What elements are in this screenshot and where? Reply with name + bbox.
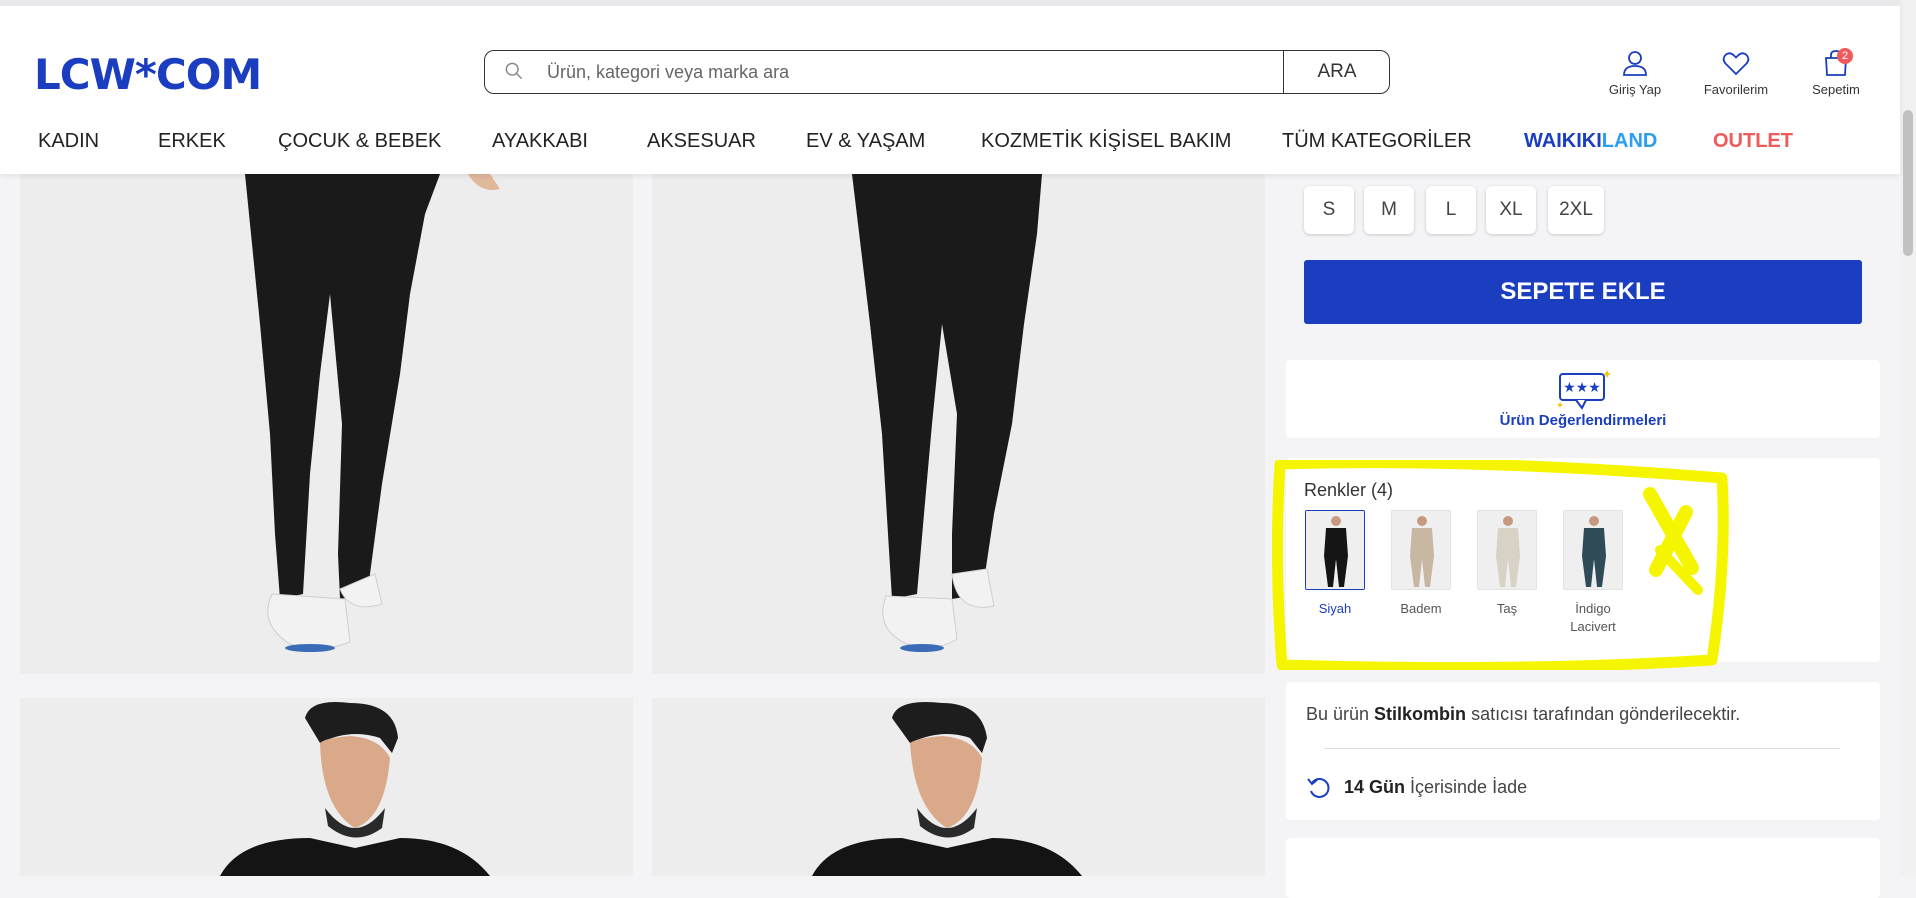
size-button-m[interactable]: M: [1364, 186, 1414, 234]
return-policy: 14 Gün İçerisinde İade: [1306, 774, 1527, 800]
color-option-indigo-lacivert[interactable]: İndigo Lacivert: [1562, 510, 1624, 636]
add-to-cart-button[interactable]: SEPETE EKLE: [1304, 260, 1862, 324]
site-logo[interactable]: LCW*COM: [34, 50, 262, 99]
siyah-thumbnail: [1306, 511, 1364, 589]
color-label-line2: Lacivert: [1570, 619, 1616, 634]
nav-item-ev-yasam[interactable]: EV & YAŞAM: [806, 130, 925, 153]
seller-text: Bu ürün Stilkombin satıcısı tarafından g…: [1306, 704, 1740, 725]
cart-button[interactable]: 2 Sepetim: [1796, 48, 1876, 97]
return-policy-text: 14 Gün İçerisinde İade: [1344, 777, 1527, 798]
tas-thumbnail: [1478, 511, 1536, 589]
color-thumb-siyah: [1305, 510, 1365, 590]
favorites-button[interactable]: Favorilerim: [1696, 48, 1776, 97]
nav-item-erkek[interactable]: ERKEK: [158, 130, 226, 153]
color-option-badem[interactable]: Badem: [1390, 510, 1452, 618]
product-image-4[interactable]: [652, 698, 1265, 876]
cart-icon-wrap: 2: [1821, 48, 1853, 78]
reviews-label: Ürün Değerlendirmeleri: [1499, 412, 1667, 429]
login-button[interactable]: Giriş Yap: [1595, 48, 1675, 97]
seller-divider: [1324, 748, 1840, 749]
color-selector: Renkler (4) Siyah Badem Taş İndigo Laciv…: [1286, 458, 1880, 662]
seller-prefix: Bu ürün: [1306, 704, 1375, 724]
nav-item-kadin[interactable]: KADIN: [38, 130, 99, 153]
color-label-badem: Badem: [1400, 601, 1442, 616]
return-days: 14 Gün: [1344, 776, 1406, 797]
user-icon: [1623, 51, 1647, 76]
main-nav: KADIN ERKEK ÇOCUK & BEBEK AYAKKABI AKSES…: [0, 130, 1900, 160]
color-label-line1: İndigo: [1575, 601, 1611, 616]
search-button[interactable]: ARA: [1284, 51, 1390, 93]
seller-name[interactable]: Stilkombin: [1374, 704, 1466, 724]
nav-item-ayakkabi[interactable]: AYAKKABI: [492, 130, 588, 153]
color-option-siyah[interactable]: Siyah: [1304, 510, 1366, 618]
color-thumb-tas: [1477, 510, 1537, 590]
svg-text:★★★: ★★★: [1563, 380, 1601, 396]
size-button-2xl[interactable]: 2XL: [1548, 186, 1604, 234]
product-image-3[interactable]: [20, 698, 633, 876]
review-chat-icon: ★★★: [1557, 370, 1611, 410]
seller-info-card: Bu ürün Stilkombin satıcısı tarafından g…: [1286, 682, 1880, 820]
product-image-2[interactable]: [652, 174, 1265, 674]
nav-item-tum-kategoriler[interactable]: TÜM KATEGORİLER: [1282, 130, 1472, 153]
color-label-tas: Taş: [1496, 601, 1518, 616]
favorites-label: Favorilerim: [1703, 82, 1769, 97]
page-scrollbar[interactable]: [1900, 0, 1916, 876]
cart-count-badge: 2: [1837, 48, 1853, 64]
search-input[interactable]: [547, 59, 1247, 85]
nav-item-outlet[interactable]: OUTLET: [1713, 130, 1793, 153]
nav-item-aksesuar[interactable]: AKSESUAR: [647, 130, 756, 153]
color-label-siyah: Siyah: [1318, 601, 1352, 616]
indigo-lacivert-thumbnail: [1564, 511, 1622, 589]
color-thumb-badem: [1391, 510, 1451, 590]
product-reviews-link[interactable]: ★★★ Ürün Değerlendirmeleri: [1286, 360, 1880, 438]
pants-front-image: [20, 174, 633, 674]
color-label-indigo-lacivert: İndigo Lacivert: [1562, 600, 1624, 636]
size-button-s[interactable]: S: [1304, 186, 1354, 234]
color-option-tas[interactable]: Taş: [1476, 510, 1538, 618]
scrollbar-thumb[interactable]: [1903, 110, 1913, 256]
login-label: Giriş Yap: [1608, 82, 1662, 97]
land-text: LAND: [1601, 130, 1658, 152]
return-rest: İçerisinde İade: [1410, 776, 1528, 797]
badem-thumbnail: [1392, 511, 1450, 589]
partial-info-card: [1286, 838, 1880, 898]
nav-item-kozmetik[interactable]: KOZMETİK KİŞİSEL BAKIM: [981, 130, 1231, 153]
pants-side-image: [652, 174, 1265, 674]
cart-label: Sepetim: [1812, 82, 1860, 97]
model-portrait-image: [20, 698, 633, 876]
heart-icon: [1722, 52, 1750, 76]
site-header: LCW*COM ARA Giriş Yap Favorilerim 2 Se: [0, 0, 1900, 174]
waikiki-text: WAIKIKI: [1524, 130, 1602, 152]
product-image-1[interactable]: [20, 174, 633, 674]
search-icon: [505, 62, 523, 80]
return-arrow-icon: [1307, 778, 1330, 798]
nav-item-waikikiland[interactable]: WAIKIKILAND: [1524, 130, 1657, 153]
color-thumb-indigo-lacivert: [1563, 510, 1623, 590]
size-button-l[interactable]: L: [1426, 186, 1476, 234]
seller-suffix: satıcısı tarafından gönderilecektir.: [1466, 704, 1741, 724]
nav-item-cocuk-bebek[interactable]: ÇOCUK & BEBEK: [278, 130, 441, 153]
search-bar: ARA: [484, 50, 1390, 94]
size-button-xl[interactable]: XL: [1486, 186, 1536, 234]
colors-title: Renkler (4): [1304, 480, 1394, 500]
model-portrait-side-image: [652, 698, 1265, 876]
